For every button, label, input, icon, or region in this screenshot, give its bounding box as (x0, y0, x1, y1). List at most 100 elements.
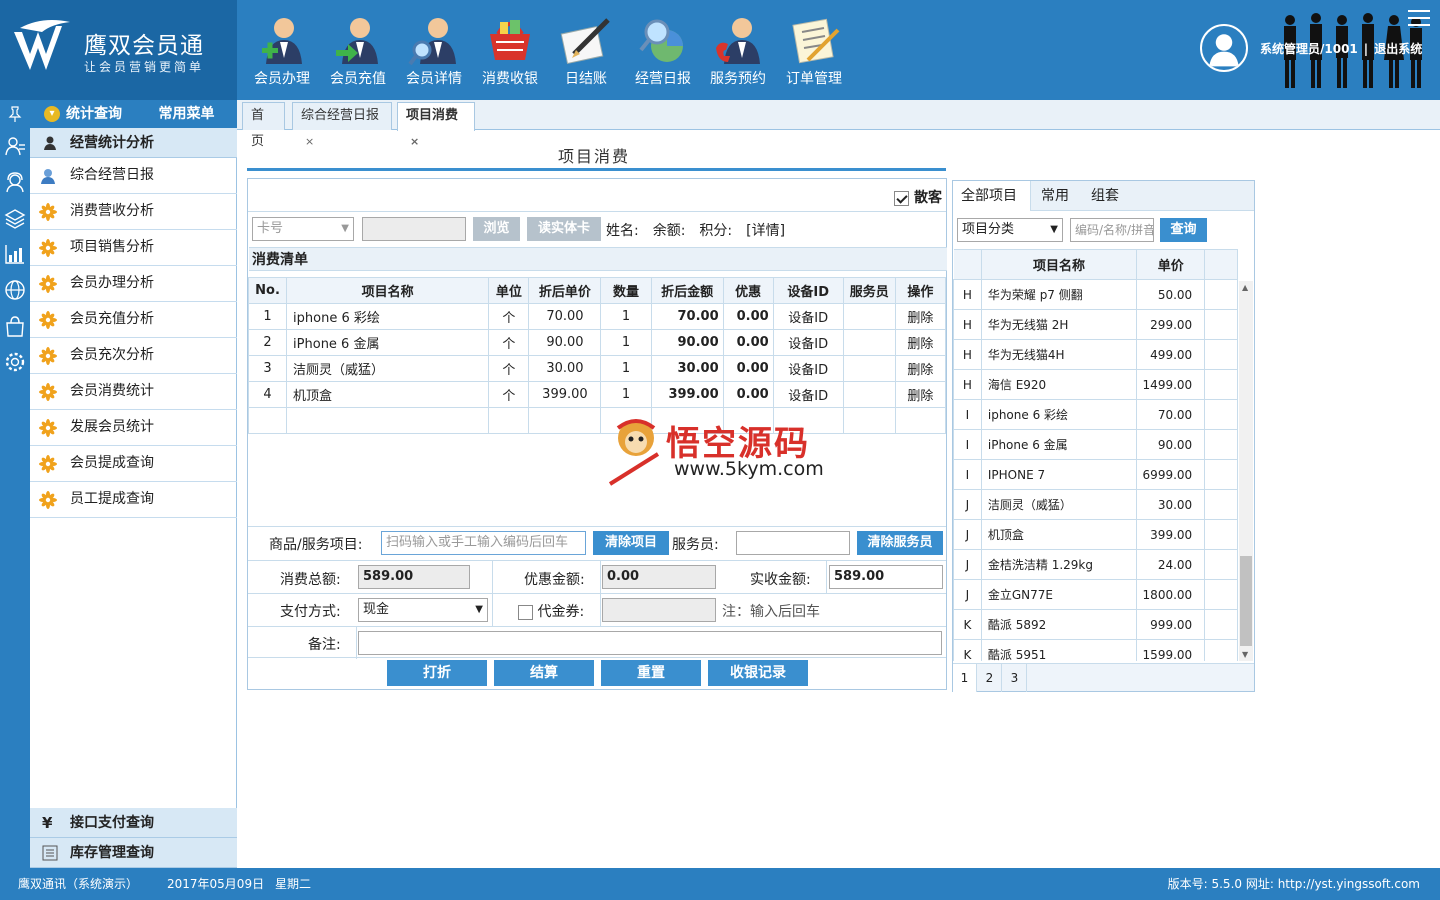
voucher-checkbox[interactable] (518, 604, 533, 620)
walk-in-toggle[interactable]: 散客 (894, 187, 942, 207)
page-3[interactable]: 3 (1003, 664, 1027, 692)
category-select[interactable]: 项目分类 ▼ (957, 218, 1063, 242)
sidebar-item[interactable]: 员工提成查询 (30, 482, 237, 518)
item-row[interactable]: H 华为无线猫4H 499.00 (953, 339, 1238, 370)
sidebar-group-payment-query[interactable]: ¥ 接口支付查询 (30, 808, 237, 838)
item-row[interactable]: J 机顶盒 399.00 (953, 519, 1238, 550)
member-rail-icon[interactable] (0, 128, 30, 164)
voucher-toggle[interactable]: 代金券: (518, 601, 584, 621)
tab-stats-query[interactable]: ▾ 统计查询 (30, 100, 136, 128)
actual-input[interactable]: 589.00 (829, 565, 943, 589)
item-row[interactable]: J 金桔洗洁精 1.29kg 24.00 (953, 549, 1238, 580)
settle-button[interactable]: 结算 (494, 660, 594, 686)
toolbar-member-detail-button[interactable]: 会员详情 (396, 12, 472, 92)
delete-link[interactable]: 删除 (894, 303, 947, 330)
service-rail-icon[interactable] (0, 164, 30, 200)
user-avatar-icon[interactable] (1200, 24, 1248, 72)
item-row[interactable]: Iiphone 6 彩绘 70.00 (953, 399, 1238, 430)
delete-link[interactable]: 删除 (894, 355, 947, 382)
hamburger-menu-icon[interactable] (1408, 10, 1430, 28)
tab-home[interactable]: 首页 (242, 102, 285, 149)
item-row[interactable]: H 华为无线猫 2H 299.00 (953, 309, 1238, 340)
sidebar-item[interactable]: 项目销售分析 (30, 230, 237, 266)
cell-price: 6999.00 (1136, 459, 1206, 490)
tab-item-consume[interactable]: 项目消费 × (397, 102, 475, 148)
item-row[interactable]: H 华为荣耀 p7 侧翻 50.00 (953, 279, 1238, 310)
discount-button[interactable]: 打折 (387, 660, 487, 686)
item-row[interactable]: J 金立GN77E 1800.00 (953, 579, 1238, 610)
toolbar-service-booking-button[interactable]: 服务预约 (700, 12, 776, 92)
clear-items-button[interactable]: 清除项目 (593, 531, 669, 555)
flower-icon (39, 383, 57, 401)
remark-input[interactable] (358, 631, 942, 655)
reset-button[interactable]: 重置 (601, 660, 701, 686)
tab-all-items[interactable]: 全部项目 (953, 181, 1031, 211)
logout-link[interactable]: 退出系统 (1374, 42, 1422, 56)
yen-icon: ¥ (42, 814, 53, 832)
voucher-input[interactable] (602, 598, 716, 622)
close-icon[interactable]: × (410, 135, 419, 148)
toolbar-business-report-button[interactable]: 经营日报 (625, 12, 701, 92)
walk-in-checkbox[interactable] (894, 190, 910, 206)
scroll-down-icon[interactable]: ▼ (1242, 650, 1248, 659)
chart-rail-icon[interactable] (0, 236, 30, 272)
item-search-button[interactable]: 查询 (1160, 218, 1207, 242)
sidebar-item[interactable]: 发展会员统计 (30, 410, 237, 446)
clear-waiter-button[interactable]: 清除服务员 (857, 531, 943, 555)
toolbar-daily-settle-button[interactable]: 日结账 (548, 12, 624, 92)
bag-rail-icon[interactable] (0, 308, 30, 344)
toolbar-member-recharge-button[interactable]: 会员充值 (320, 12, 396, 92)
browse-button[interactable]: 浏览 (473, 217, 520, 241)
scroll-up-icon[interactable]: ▲ (1242, 283, 1248, 292)
sidebar-item[interactable]: 会员充次分析 (30, 338, 237, 374)
toolbar-order-manage-button[interactable]: 订单管理 (776, 12, 852, 92)
globe-rail-icon[interactable] (0, 272, 30, 308)
cell-k: J (953, 489, 982, 520)
tab-daily-report[interactable]: 综合经营日报 × (292, 102, 392, 148)
tab-combo-items[interactable]: 组套 (1083, 181, 1131, 211)
settings-rail-icon[interactable] (0, 344, 30, 380)
caret-down-icon: ▼ (1050, 224, 1058, 235)
page-2[interactable]: 2 (978, 664, 1002, 692)
item-row[interactable]: H 海信 E920 1499.00 (953, 369, 1238, 400)
item-row[interactable]: K 酷派 5951 1599.00 (953, 639, 1238, 661)
pay-method-select[interactable]: 现金 ▼ (358, 598, 488, 622)
cash-records-button[interactable]: 收银记录 (708, 660, 808, 686)
tab-common-menu[interactable]: 常用菜单 (136, 100, 237, 128)
sidebar-item[interactable]: 会员提成查询 (30, 446, 237, 482)
item-search-input[interactable]: 编码/名称/拼音 (1070, 218, 1154, 242)
toolbar-member-register-button[interactable]: 会员办理 (244, 12, 320, 92)
cell-qty: 1 (600, 303, 652, 330)
sidebar-group-business-stats[interactable]: 经营统计分析 (30, 128, 237, 158)
read-card-button[interactable]: 读实体卡 (527, 217, 601, 241)
item-row[interactable]: IiPhone 6 金属 90.00 (953, 429, 1238, 460)
pin-icon[interactable] (0, 100, 30, 128)
cell-waiter (842, 303, 896, 330)
table-row: 1 iphone 6 彩绘个 70.00 1 70.00 0.00 设备ID 删除 (247, 303, 947, 330)
sidebar-item[interactable]: 会员充值分析 (30, 302, 237, 338)
tab-common-items[interactable]: 常用 (1033, 181, 1081, 211)
item-scrollbar[interactable]: ▲ ▼ (1239, 281, 1253, 661)
sidebar-item[interactable]: 消费营收分析 (30, 194, 237, 230)
close-icon[interactable]: × (305, 135, 314, 148)
layers-rail-icon[interactable] (0, 200, 30, 236)
sidebar-item[interactable]: 会员办理分析 (30, 266, 237, 302)
column-header: 服务员 (842, 277, 896, 304)
waiter-input[interactable] (736, 531, 850, 555)
column-header: 折后金额 (650, 277, 724, 304)
goods-input[interactable]: 扫码输入或手工输入编码后回车 (381, 531, 586, 555)
delete-link[interactable]: 删除 (894, 329, 947, 356)
sidebar-group-stock-query[interactable]: 库存管理查询 (30, 838, 237, 868)
delete-link[interactable]: 删除 (894, 381, 947, 408)
item-row[interactable]: K 酷派 5892 999.00 (953, 609, 1238, 640)
page-1[interactable]: 1 (953, 664, 977, 692)
card-type-select[interactable]: 卡号 ▼ (252, 217, 354, 241)
sidebar-item[interactable]: 会员消费统计 (30, 374, 237, 410)
sidebar-item[interactable]: 综合经营日报 (30, 158, 237, 194)
item-row[interactable]: J 洁厕灵（威猛） 30.00 (953, 489, 1238, 520)
item-row[interactable]: I IPHONE 7 6999.00 (953, 459, 1238, 490)
scrollbar-thumb[interactable] (1240, 556, 1252, 646)
toolbar-cashier-button[interactable]: 消费收银 (472, 12, 548, 92)
user-name[interactable]: 系统管理员/1001 (1260, 42, 1358, 56)
card-number-input[interactable] (362, 217, 466, 241)
